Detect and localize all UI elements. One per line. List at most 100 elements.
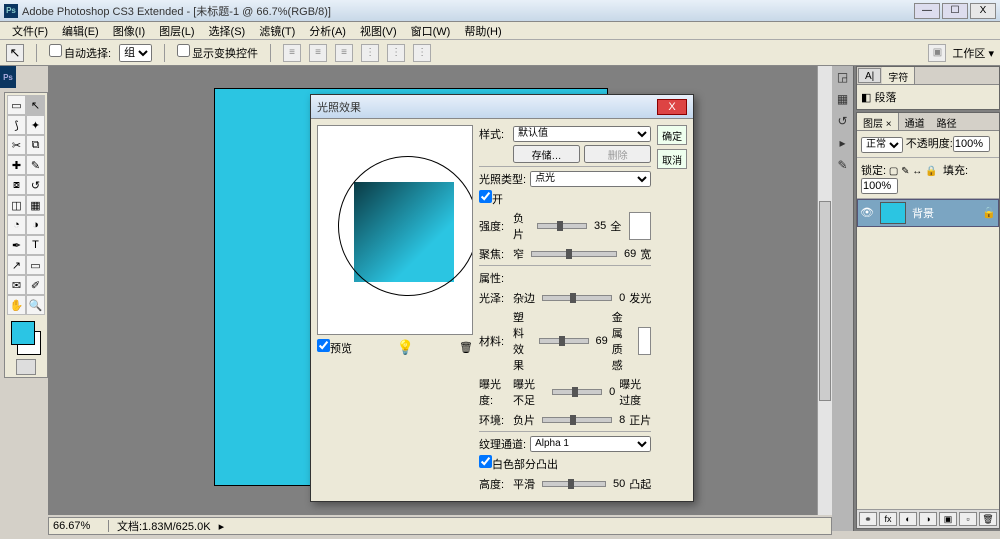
vertical-scrollbar[interactable]: [817, 66, 832, 515]
texture-channel-select[interactable]: Alpha 1: [530, 436, 651, 452]
zoom-level[interactable]: 66.67%: [49, 520, 109, 532]
auto-select-mode[interactable]: 组: [119, 44, 152, 62]
gloss-slider[interactable]: [542, 295, 612, 301]
distribute-icon[interactable]: ⋮: [361, 44, 379, 62]
adj-icon[interactable]: ◑: [919, 512, 937, 526]
height-slider[interactable]: [542, 481, 606, 487]
save-style-button[interactable]: 存储…: [513, 145, 580, 163]
brush-tool[interactable]: ✎: [26, 155, 45, 175]
opacity-value[interactable]: [953, 136, 990, 152]
menu-layer[interactable]: 图层(L): [153, 22, 200, 40]
blur-tool[interactable]: ◔: [7, 215, 26, 235]
light-color-swatch[interactable]: [629, 212, 651, 240]
menu-select[interactable]: 选择(S): [203, 22, 252, 40]
marquee-tool[interactable]: ▭: [7, 95, 26, 115]
para-toggle[interactable]: ◧ 段落: [861, 92, 896, 104]
distribute-icon[interactable]: ⋮: [413, 44, 431, 62]
wand-tool[interactable]: ✦: [26, 115, 45, 135]
trash-icon[interactable]: 🗑: [979, 512, 997, 526]
type-tool[interactable]: T: [26, 235, 45, 255]
blend-mode[interactable]: 正常: [861, 137, 903, 153]
menu-file[interactable]: 文件(F): [6, 22, 54, 40]
color-icon[interactable]: ▦: [832, 88, 853, 110]
menu-filter[interactable]: 滤镜(T): [253, 22, 301, 40]
material-slider[interactable]: [539, 338, 589, 344]
actions-icon[interactable]: ▸: [832, 132, 853, 154]
pen-tool[interactable]: ✒: [7, 235, 26, 255]
menu-window[interactable]: 窗口(W): [405, 22, 457, 40]
menu-analysis[interactable]: 分析(A): [303, 22, 352, 40]
crop-tool[interactable]: ✂: [7, 135, 26, 155]
tab-character[interactable]: 字符: [882, 67, 915, 84]
menu-edit[interactable]: 编辑(E): [56, 22, 105, 40]
auto-select[interactable]: 自动选择:: [49, 44, 111, 61]
workspace-menu[interactable]: 工作区 ▾: [952, 45, 994, 61]
shape-tool[interactable]: ▭: [26, 255, 45, 275]
intensity-slider[interactable]: [537, 223, 587, 229]
fill-value[interactable]: [861, 178, 898, 194]
char-tab-icon[interactable]: A|: [858, 68, 881, 83]
cancel-button[interactable]: 取消: [657, 149, 687, 169]
info-arrow-icon[interactable]: ▸: [219, 520, 225, 533]
fx-icon[interactable]: fx: [879, 512, 897, 526]
maximize-button[interactable]: ☐: [942, 3, 968, 19]
align-icon[interactable]: ≡: [309, 44, 327, 62]
stamp-tool[interactable]: ⧇: [7, 175, 26, 195]
preview-checkbox[interactable]: 预览: [317, 339, 352, 356]
screen-mode-icon[interactable]: ▣: [928, 44, 946, 62]
style-select[interactable]: 默认值: [513, 126, 651, 142]
foreground-color[interactable]: [11, 321, 35, 345]
group-icon[interactable]: ▣: [939, 512, 957, 526]
zoom-tool[interactable]: 🔍: [26, 295, 45, 315]
layers-panel: 图层 × 通道 路径 正常 不透明度: 锁定: ▢ ✎ ↔ 🔒 填充: 👁 背景…: [856, 112, 1000, 529]
history-brush[interactable]: ↺: [26, 175, 45, 195]
dialog-close-button[interactable]: X: [657, 99, 687, 115]
distribute-icon[interactable]: ⋮: [387, 44, 405, 62]
tab-paths[interactable]: 路径: [931, 113, 963, 130]
ambient-color-swatch[interactable]: [638, 327, 651, 355]
eyedrop-tool[interactable]: ✐: [26, 275, 45, 295]
lamp-icon[interactable]: 💡: [397, 339, 414, 356]
quickmask-toggle[interactable]: [16, 359, 36, 375]
slice-tool[interactable]: ⧉: [26, 135, 45, 155]
menu-image[interactable]: 图像(I): [107, 22, 151, 40]
lasso-tool[interactable]: ⟆: [7, 115, 26, 135]
gloss-right: 发光: [629, 290, 651, 306]
history-icon[interactable]: ↺: [832, 110, 853, 132]
focus-slider[interactable]: [531, 251, 617, 257]
hand-tool[interactable]: ✋: [7, 295, 26, 315]
eraser-tool[interactable]: ◫: [7, 195, 26, 215]
ok-button[interactable]: 确定: [657, 125, 687, 145]
preview-canvas[interactable]: [317, 125, 473, 335]
dodge-tool[interactable]: ◑: [26, 215, 45, 235]
brush-icon[interactable]: ✎: [832, 154, 853, 176]
new-icon[interactable]: ▫: [959, 512, 977, 526]
path-tool[interactable]: ↗: [7, 255, 26, 275]
show-transform[interactable]: 显示变换控件: [177, 44, 258, 61]
doc-info: 文档:1.83M/625.0K: [109, 518, 219, 534]
move-tool-icon[interactable]: ↖: [6, 44, 24, 62]
mask-icon[interactable]: ◐: [899, 512, 917, 526]
exposure-slider[interactable]: [552, 389, 602, 395]
align-icon[interactable]: ≡: [335, 44, 353, 62]
notes-tool[interactable]: ✉: [7, 275, 26, 295]
nav-icon[interactable]: ◲: [832, 66, 853, 88]
trash-icon[interactable]: 🗑: [459, 341, 473, 354]
eye-icon[interactable]: 👁: [860, 206, 874, 219]
on-checkbox[interactable]: 开: [479, 190, 509, 207]
align-icon[interactable]: ≡: [283, 44, 301, 62]
light-type-select[interactable]: 点光: [530, 171, 651, 187]
gradient-tool[interactable]: ▦: [26, 195, 45, 215]
ambience-slider[interactable]: [542, 417, 612, 423]
link-icon[interactable]: ⚭: [859, 512, 877, 526]
close-button[interactable]: X: [970, 3, 996, 19]
minimize-button[interactable]: —: [914, 3, 940, 19]
menu-view[interactable]: 视图(V): [354, 22, 403, 40]
layer-row-background[interactable]: 👁 背景 🔒: [857, 199, 999, 227]
tab-channels[interactable]: 通道: [899, 113, 931, 130]
heal-tool[interactable]: ✚: [7, 155, 26, 175]
tab-layers[interactable]: 图层 ×: [857, 113, 899, 130]
white-high-checkbox[interactable]: 白色部分凸出: [479, 455, 558, 472]
move-tool[interactable]: ↖: [26, 95, 45, 115]
menu-help[interactable]: 帮助(H): [458, 22, 507, 40]
